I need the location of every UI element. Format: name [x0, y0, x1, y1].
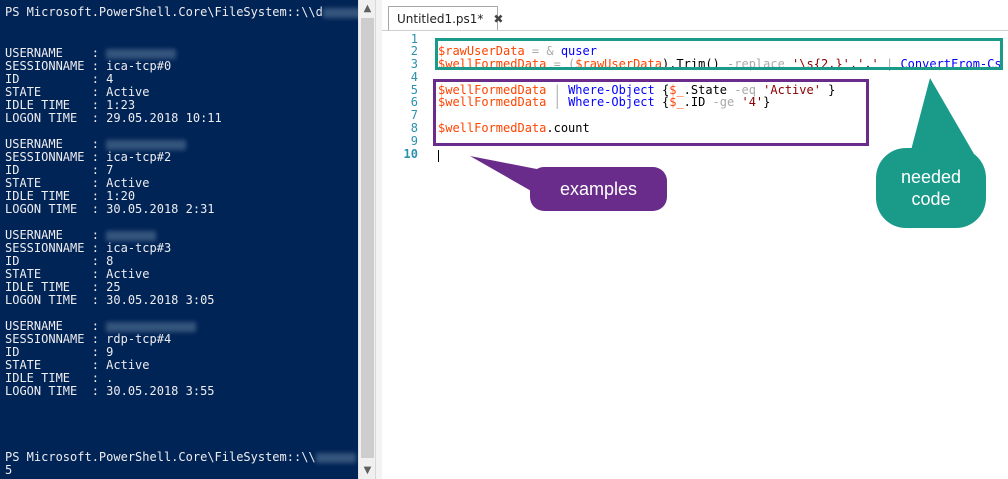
field-label: USERNAME :: [5, 228, 107, 242]
console-pane[interactable]: PS Microsoft.PowerShell.Core\FileSystem:…: [0, 0, 358, 479]
field-value: 1:23: [106, 98, 136, 112]
console-prompt-bottom: PS Microsoft.PowerShell.Core\FileSystem:…: [5, 451, 356, 464]
console-scrollbar[interactable]: ▲ ▼: [358, 0, 376, 479]
tab-untitled1[interactable]: Untitled1.ps1* ✖: [388, 6, 503, 30]
needed-code-pointer: [910, 78, 974, 154]
field-label: SESSIONNAME :: [5, 59, 107, 73]
redacted-path: [322, 7, 358, 18]
callout-arrows: [470, 78, 974, 196]
line-number-current: 10: [403, 147, 418, 161]
callout-text: code: [911, 189, 951, 209]
field-label: USERNAME :: [5, 137, 107, 151]
close-icon[interactable]: ✖: [493, 12, 503, 26]
session-block: USERNAME : SESSIONNAME : ica-tcp#2 ID : 7…: [5, 138, 215, 216]
session-block: USERNAME : SESSIONNAME : ica-tcp#0 ID : 4…: [5, 47, 222, 125]
field-value: 30.05.2018 3:05: [106, 293, 215, 307]
session-field-logon-time: LOGON TIME : 30.05.2018 3:55: [5, 385, 215, 398]
field-label: ID :: [5, 72, 107, 86]
field-label: LOGON TIME :: [5, 111, 107, 125]
redacted-username: [106, 230, 157, 241]
field-value: 1:20: [106, 189, 136, 203]
field-value: Active: [106, 358, 150, 372]
field-label: USERNAME :: [5, 46, 107, 60]
field-label: ID :: [5, 345, 107, 359]
redacted-username: [106, 48, 177, 59]
scroll-down-icon[interactable]: ▼: [359, 462, 376, 479]
field-label: STATE :: [5, 176, 107, 190]
field-value: 4: [106, 72, 114, 86]
field-value: 30.05.2018 3:55: [106, 384, 215, 398]
field-value: .: [106, 371, 114, 385]
field-label: SESSIONNAME :: [5, 241, 107, 255]
field-value: Active: [106, 267, 150, 281]
needed-code-callout: needed code: [876, 148, 986, 228]
field-label: LOGON TIME :: [5, 293, 107, 307]
session-field-logon-time: LOGON TIME : 30.05.2018 2:31: [5, 203, 215, 216]
field-value: ica-tcp#3: [106, 241, 172, 255]
field-value: 7: [106, 163, 114, 177]
field-label: LOGON TIME :: [5, 384, 107, 398]
tab-title: Untitled1.ps1*: [397, 11, 484, 26]
field-value: 25: [106, 280, 121, 294]
session-block: USERNAME : SESSIONNAME : rdp-tcp#4 ID : 9…: [5, 320, 215, 398]
field-label: USERNAME :: [5, 319, 107, 333]
session-block: USERNAME : SESSIONNAME : ica-tcp#3 ID : 8…: [5, 229, 215, 307]
field-value: 9: [106, 345, 114, 359]
redacted-username: [106, 139, 187, 150]
text-caret: [438, 150, 439, 162]
needed-code-highlight: [435, 38, 1003, 70]
field-label: LOGON TIME :: [5, 202, 107, 216]
field-label: STATE :: [5, 85, 107, 99]
redacted-path: [315, 452, 356, 463]
field-value: rdp-tcp#4: [106, 332, 172, 346]
scroll-thumb[interactable]: [361, 18, 374, 458]
session-field-logon-time: LOGON TIME : 30.05.2018 3:05: [5, 294, 215, 307]
field-label: SESSIONNAME :: [5, 150, 107, 164]
scroll-up-icon[interactable]: ▲: [359, 0, 376, 17]
field-value: 29.05.2018 10:11: [106, 111, 222, 125]
field-label: STATE :: [5, 267, 107, 281]
session-field-logon-time: LOGON TIME : 29.05.2018 10:11: [5, 112, 222, 125]
field-value: 30.05.2018 2:31: [106, 202, 215, 216]
field-value: Active: [106, 85, 150, 99]
field-label: ID :: [5, 163, 107, 177]
console-result: 5: [5, 463, 13, 477]
field-label: ID :: [5, 254, 107, 268]
field-value: 8: [106, 254, 114, 268]
field-value: ica-tcp#0: [106, 59, 172, 73]
field-label: STATE :: [5, 358, 107, 372]
field-label: IDLE TIME :: [5, 189, 107, 203]
console-prompt-top: PS Microsoft.PowerShell.Core\FileSystem:…: [5, 6, 358, 19]
field-label: IDLE TIME :: [5, 371, 107, 385]
field-label: IDLE TIME :: [5, 98, 107, 112]
redacted-username: [106, 321, 197, 332]
field-label: SESSIONNAME :: [5, 332, 107, 346]
field-value: Active: [106, 176, 150, 190]
script-editor[interactable]: Untitled1.ps1* ✖ 1 2 3 4 5 6 7 8 9 10 $r…: [382, 0, 1008, 479]
field-label: IDLE TIME :: [5, 280, 107, 294]
callout-text: needed: [900, 167, 962, 187]
examples-highlight: [433, 79, 869, 146]
tab-bar: Untitled1.ps1* ✖: [382, 0, 1008, 31]
examples-callout: examples: [530, 167, 667, 211]
field-value: ica-tcp#2: [106, 150, 172, 164]
